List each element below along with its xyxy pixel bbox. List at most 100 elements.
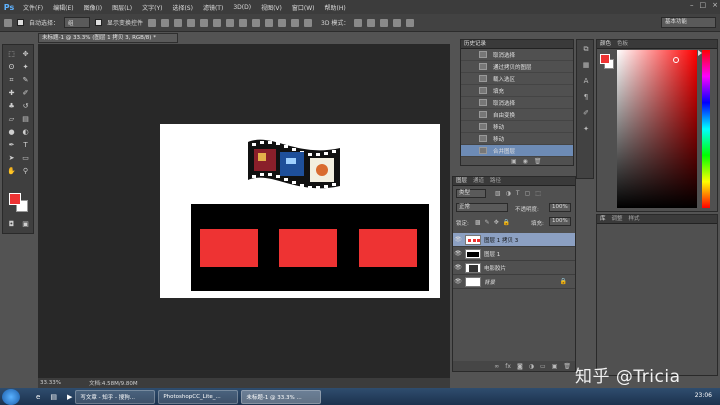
3d-slide-icon[interactable]	[393, 18, 402, 27]
fill-input[interactable]: 100%	[549, 217, 571, 226]
brush-tool-icon[interactable]: ✐	[20, 88, 31, 98]
align-right-icon[interactable]	[213, 18, 222, 27]
lock-all-icon[interactable]: 🔒	[503, 219, 510, 226]
eraser-tool-icon[interactable]: ▱	[6, 114, 17, 124]
pen-tool-icon[interactable]: ✒	[6, 140, 17, 150]
auto-align-icon[interactable]	[304, 18, 313, 27]
align-top-icon[interactable]	[148, 18, 157, 27]
stamp-tool-icon[interactable]: ♣	[6, 101, 17, 111]
distribute-center-icon[interactable]	[278, 18, 287, 27]
history-item[interactable]: 自由变换	[461, 109, 573, 121]
blend-mode-dropdown[interactable]: 正常	[456, 203, 508, 212]
move-tool-icon[interactable]: ✥	[20, 49, 31, 59]
align-middle-icon[interactable]	[161, 18, 170, 27]
distribute-top-icon[interactable]	[226, 18, 235, 27]
distribute-bottom-icon[interactable]	[252, 18, 261, 27]
3d-rotate-icon[interactable]	[354, 18, 363, 27]
layer-filter-dropdown[interactable]: 类型	[456, 189, 486, 198]
workspace-select[interactable]: 基本功能	[661, 17, 716, 28]
auto-select-checkbox[interactable]	[17, 19, 24, 26]
eyedropper-icon[interactable]: ✎	[20, 75, 31, 85]
hand-tool-icon[interactable]: ✋	[6, 166, 17, 176]
tab-libraries[interactable]: 库	[600, 215, 606, 223]
3d-drag-icon[interactable]	[380, 18, 389, 27]
align-bottom-icon[interactable]	[174, 18, 183, 27]
healing-brush-icon[interactable]: ✚	[6, 88, 17, 98]
history-item[interactable]: 移动	[461, 133, 573, 145]
history-item-active[interactable]: 合并图层	[461, 145, 573, 157]
zoom-level[interactable]: 33.33%	[40, 380, 61, 386]
opacity-input[interactable]: 100%	[549, 203, 571, 212]
document-tab[interactable]: 未标题-1 @ 33.3% (图层 1 拷贝 3, RGB/8) *	[38, 33, 178, 43]
history-item[interactable]: 载入选区	[461, 73, 573, 85]
fx-icon[interactable]: fx	[505, 363, 511, 370]
eye-icon[interactable]: 👁	[453, 278, 463, 285]
minimize-button[interactable]: –	[690, 1, 694, 9]
distribute-right-icon[interactable]	[291, 18, 300, 27]
menu-filter[interactable]: 滤镜(T)	[198, 3, 228, 12]
show-transform-checkbox[interactable]	[95, 19, 103, 26]
layer-row[interactable]: 👁 背景 🔒	[453, 275, 575, 289]
marquee-tool-icon[interactable]: ⬚	[6, 49, 17, 59]
menu-type[interactable]: 文字(Y)	[137, 3, 167, 12]
mask-icon[interactable]: ◙	[517, 363, 523, 370]
adjust-icon[interactable]: ◑	[529, 363, 534, 370]
menu-file[interactable]: 文件(F)	[18, 3, 48, 12]
menu-window[interactable]: 窗口(W)	[287, 3, 320, 12]
ie-icon[interactable]: e	[36, 393, 40, 401]
menu-select[interactable]: 选择(S)	[167, 3, 198, 12]
maximize-button[interactable]: □	[700, 1, 707, 9]
history-item[interactable]: 移动	[461, 121, 573, 133]
start-button[interactable]	[2, 388, 20, 405]
system-clock[interactable]: 23:06	[695, 392, 712, 399]
shape-tool-icon[interactable]: ▭	[20, 153, 31, 163]
auto-select-dropdown[interactable]: 组	[64, 17, 91, 28]
tab-adjustments[interactable]: 调整	[612, 215, 623, 223]
new-layer-icon[interactable]: ▣	[552, 363, 558, 370]
foreground-color-swatch[interactable]	[600, 54, 610, 64]
hue-slider-handle[interactable]	[698, 50, 702, 56]
align-left-icon[interactable]	[187, 18, 196, 27]
close-button[interactable]: ×	[712, 1, 718, 9]
history-tab[interactable]: 历史记录	[461, 40, 573, 49]
magic-wand-icon[interactable]: ✦	[20, 62, 31, 72]
filter-pixel-icon[interactable]: ▧	[495, 190, 501, 197]
tab-styles[interactable]: 样式	[629, 215, 640, 223]
3d-scale-icon[interactable]	[406, 18, 415, 27]
eye-icon[interactable]: 👁	[453, 250, 463, 257]
media-player-icon[interactable]: ▶	[67, 393, 72, 401]
distribute-left-icon[interactable]	[265, 18, 274, 27]
dodge-tool-icon[interactable]: ◐	[20, 127, 31, 137]
menu-edit[interactable]: 编辑(E)	[48, 3, 78, 12]
color-picker-cursor[interactable]	[673, 57, 679, 63]
explorer-icon[interactable]: ▤	[50, 393, 57, 401]
menu-layer[interactable]: 图层(L)	[107, 3, 137, 12]
taskbar-item[interactable]: PhotoshopCC_Lite_...	[158, 389, 239, 404]
eye-icon[interactable]: 👁	[453, 264, 463, 271]
foreground-color-swatch[interactable]	[9, 193, 21, 205]
crop-tool-icon[interactable]: ⌗	[6, 75, 17, 85]
new-document-from-state-icon[interactable]: ▣	[511, 158, 517, 165]
gradient-tool-icon[interactable]: ▤	[20, 114, 31, 124]
history-brush-icon[interactable]: ↺	[20, 101, 31, 111]
snapshot-icon[interactable]: ◉	[523, 158, 528, 165]
path-select-icon[interactable]: ➤	[6, 153, 17, 163]
history-item[interactable]: 取消选择	[461, 49, 573, 61]
trash-icon[interactable]: 🗑	[563, 363, 571, 370]
paragraph-panel-icon[interactable]: ¶	[581, 92, 591, 102]
filter-adjust-icon[interactable]: ◑	[506, 190, 511, 197]
menu-image[interactable]: 图像(I)	[79, 3, 107, 12]
tool-presets-icon[interactable]: ✦	[581, 124, 591, 134]
color-spectrum-field[interactable]	[617, 50, 697, 208]
filter-type-icon[interactable]: T	[516, 190, 520, 197]
lasso-tool-icon[interactable]: ʘ	[6, 62, 17, 72]
layer-row[interactable]: 👁 图层 1	[453, 247, 575, 261]
3d-roll-icon[interactable]	[367, 18, 376, 27]
zoom-tool-icon[interactable]: ⚲	[20, 166, 31, 176]
type-tool-icon[interactable]: T	[20, 140, 31, 150]
layer-row[interactable]: 👁 图层 1 拷贝 3	[453, 233, 575, 247]
align-center-icon[interactable]	[200, 18, 209, 27]
blur-tool-icon[interactable]: ●	[6, 127, 17, 137]
menu-3d[interactable]: 3D(D)	[228, 4, 256, 11]
tab-paths[interactable]: 路径	[490, 177, 501, 185]
